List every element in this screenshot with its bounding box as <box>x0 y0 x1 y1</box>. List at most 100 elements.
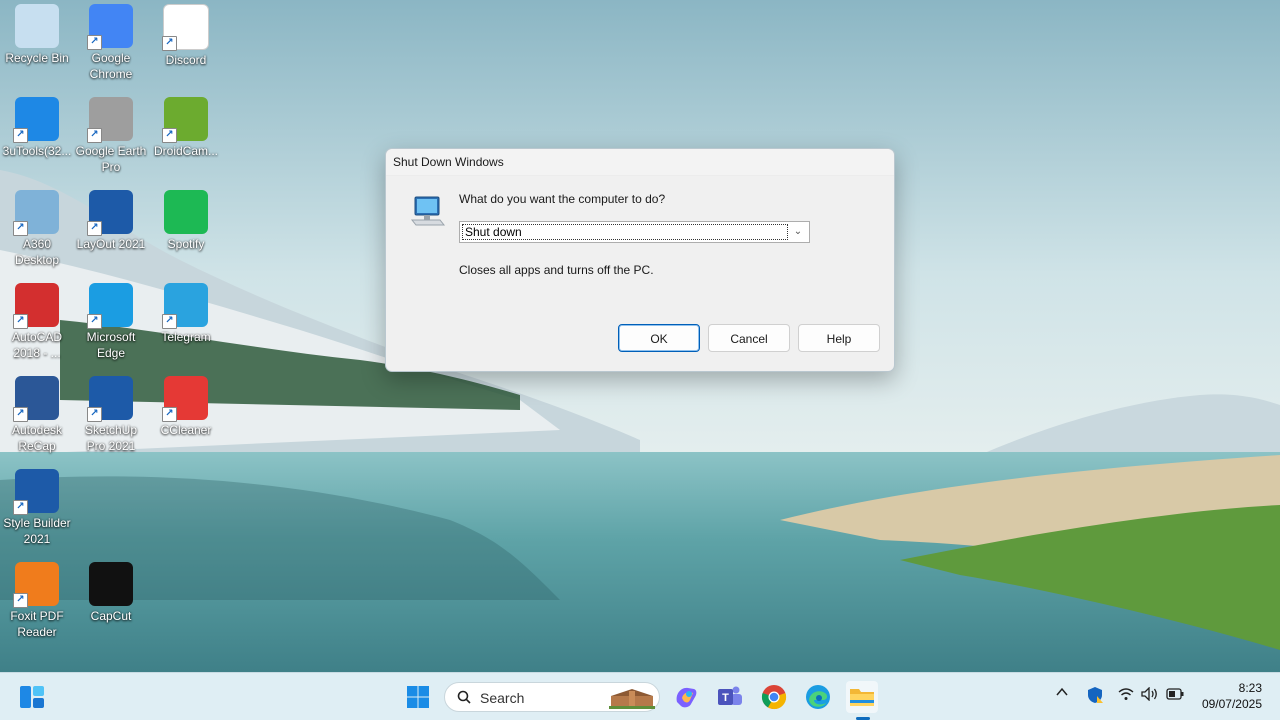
telegram-icon: ↗ <box>162 283 208 329</box>
desktop-icon-capcut[interactable]: CapCut <box>74 562 148 624</box>
taskbar: Search T 8:23 09/07/2025 <box>0 672 1280 720</box>
search-placeholder: Search <box>480 690 525 706</box>
shortcut-arrow-icon: ↗ <box>87 35 102 50</box>
shortcut-arrow-icon: ↗ <box>162 314 177 329</box>
widgets-icon[interactable] <box>16 681 48 713</box>
shortcut-arrow-icon: ↗ <box>13 221 28 236</box>
spotify-icon <box>164 190 208 234</box>
desktop-icon-style-builder[interactable]: ↗ Style Builder 2021 <box>0 469 74 547</box>
battery-icon[interactable] <box>1166 688 1184 703</box>
cancel-button[interactable]: Cancel <box>708 324 790 352</box>
wifi-icon[interactable] <box>1118 687 1134 704</box>
desktop-icon-recycle-bin[interactable]: Recycle Bin <box>0 4 74 66</box>
desktop-icon-label: LayOut 2021 <box>76 237 146 251</box>
desktop-icon-sketchup[interactable]: ↗ SketchUp Pro 2021 <box>74 376 148 454</box>
droidcam-icon: ↗ <box>162 97 208 143</box>
svg-text:T: T <box>722 692 729 704</box>
shortcut-arrow-icon: ↗ <box>87 221 102 236</box>
3utools-icon: ↗ <box>13 97 59 143</box>
computer-icon <box>410 196 446 226</box>
desktop-icon-google-earth-pro[interactable]: ↗ Google Earth Pro <box>74 97 148 175</box>
desktop-icon-label: Google Earth Pro <box>75 144 147 174</box>
ok-button[interactable]: OK <box>618 324 700 352</box>
search-highlight-icon <box>609 689 655 709</box>
chevron-up-icon[interactable] <box>1055 685 1069 702</box>
shortcut-arrow-icon: ↗ <box>13 128 28 143</box>
desktop-icon-label: Spotify <box>167 237 205 251</box>
ccleaner-icon: ↗ <box>162 376 208 422</box>
shortcut-arrow-icon: ↗ <box>13 314 28 329</box>
document-icon: ↗ <box>162 4 209 51</box>
teams-icon[interactable]: T <box>714 681 746 713</box>
desktop-icon-document[interactable]: ↗ Discord <box>149 4 223 68</box>
recap-icon: ↗ <box>13 376 59 422</box>
shortcut-arrow-icon: ↗ <box>162 407 177 422</box>
desktop-icon-autocad[interactable]: ↗ AutoCAD 2018 - ... <box>0 283 74 361</box>
desktop-icon-a360[interactable]: ↗ A360 Desktop <box>0 190 74 268</box>
chrome-icon: ↗ <box>87 4 133 50</box>
desktop-icon-foxit-pdf[interactable]: ↗ Foxit PDF Reader <box>0 562 74 640</box>
desktop-icon-droidcam[interactable]: ↗ DroidCam... <box>149 97 223 159</box>
shortcut-arrow-icon: ↗ <box>13 407 28 422</box>
desktop-icon-label: Google Chrome <box>89 51 133 81</box>
desktop-icon-3utools[interactable]: ↗ 3uTools(32... <box>0 97 74 159</box>
desktop-icon-label: A360 Desktop <box>14 237 60 267</box>
desktop-icon-ccleaner[interactable]: ↗ CCleaner <box>149 376 223 438</box>
desktop-icon-label: Recycle Bin <box>5 51 69 65</box>
capcut-icon <box>89 562 133 606</box>
sketchup-icon: ↗ <box>87 376 133 422</box>
recycle-bin-icon <box>15 4 59 48</box>
desktop-icon-chrome[interactable]: ↗ Google Chrome <box>74 4 148 82</box>
shortcut-arrow-icon: ↗ <box>162 36 177 51</box>
chevron-down-icon[interactable]: ⌄ <box>791 225 805 239</box>
edge-icon[interactable] <box>802 681 834 713</box>
desktop-icon-label: CCleaner <box>160 423 212 437</box>
foxit-pdf-icon: ↗ <box>13 562 59 608</box>
copilot-icon[interactable] <box>670 681 702 713</box>
clock-time: 8:23 <box>1238 681 1262 695</box>
desktop-icon-label: Microsoft Edge <box>86 330 136 360</box>
desktop-icon-label: 3uTools(32... <box>2 144 72 158</box>
shortcut-arrow-icon: ↗ <box>13 593 28 608</box>
selected-option: Shut down <box>462 224 788 240</box>
file-explorer-icon[interactable] <box>846 681 878 713</box>
desktop-icon-layout[interactable]: ↗ LayOut 2021 <box>74 190 148 252</box>
help-button[interactable]: Help <box>798 324 880 352</box>
system-clock[interactable]: 8:23 09/07/2025 <box>1202 680 1262 712</box>
a360-icon: ↗ <box>13 190 59 236</box>
desktop-icon-edge[interactable]: ↗ Microsoft Edge <box>74 283 148 361</box>
search-icon <box>457 690 471 704</box>
taskbar-search-box[interactable]: Search <box>444 682 660 712</box>
desktop-icon-telegram[interactable]: ↗ Telegram <box>149 283 223 345</box>
clock-date: 09/07/2025 <box>1201 697 1262 711</box>
desktop-icon-label: Foxit PDF Reader <box>10 609 64 639</box>
desktop-icon-label: AutoCAD 2018 - ... <box>11 330 63 360</box>
shortcut-arrow-icon: ↗ <box>87 407 102 422</box>
shortcut-arrow-icon: ↗ <box>162 128 177 143</box>
desktop-icon-label: SketchUp Pro 2021 <box>84 423 138 453</box>
security-shield-icon[interactable] <box>1086 686 1104 707</box>
desktop-icon-label: Style Builder 2021 <box>3 516 71 546</box>
windows-start-icon[interactable] <box>402 681 434 713</box>
shut-down-dialog: Shut Down Windows What do you want the c… <box>385 148 895 372</box>
edge-icon: ↗ <box>87 283 133 329</box>
google-earth-pro-icon: ↗ <box>87 97 133 143</box>
shortcut-arrow-icon: ↗ <box>13 500 28 515</box>
shortcut-arrow-icon: ↗ <box>87 128 102 143</box>
shutdown-option-select[interactable]: Shut down ⌄ <box>459 221 810 243</box>
desktop-icon-spotify[interactable]: Spotify <box>149 190 223 252</box>
option-description: Closes all apps and turns off the PC. <box>459 263 654 277</box>
desktop-icon-label: Autodesk ReCap <box>11 423 63 453</box>
layout-icon: ↗ <box>87 190 133 236</box>
autocad-icon: ↗ <box>13 283 59 329</box>
volume-icon[interactable] <box>1141 686 1159 704</box>
desktop-icon-label: Discord <box>165 53 207 67</box>
chrome-icon[interactable] <box>758 681 790 713</box>
dialog-title: Shut Down Windows <box>386 149 894 176</box>
style-builder-icon: ↗ <box>13 469 59 515</box>
desktop-icon-label: DroidCam... <box>153 144 218 158</box>
desktop-icon-label: Telegram <box>161 330 211 344</box>
dialog-question: What do you want the computer to do? <box>459 192 666 206</box>
desktop-icon-recap[interactable]: ↗ Autodesk ReCap <box>0 376 74 454</box>
shortcut-arrow-icon: ↗ <box>87 314 102 329</box>
